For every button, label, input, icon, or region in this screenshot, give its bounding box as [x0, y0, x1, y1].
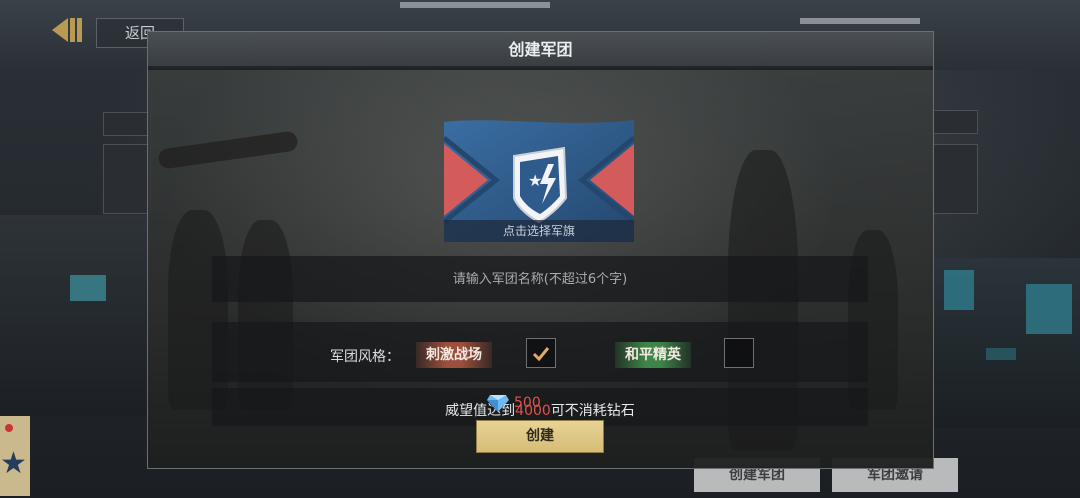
legion-name-input[interactable] — [212, 256, 868, 302]
create-button[interactable]: 创建 — [476, 420, 604, 453]
right-console — [934, 258, 1080, 428]
side-panel — [932, 110, 978, 134]
diamond-icon — [487, 395, 509, 412]
left-monitor — [70, 275, 106, 301]
style-label: 军团风格： — [330, 349, 400, 365]
side-panel — [103, 144, 151, 214]
create-legion-dialog: 创建军团 ★ 点击选择军旗 请输入军团名称(不超过6个字) 军团风格： 刺激战场… — [147, 31, 934, 469]
svg-text:★: ★ — [528, 171, 542, 190]
side-panel — [103, 112, 151, 136]
cost-value: 500 — [514, 395, 541, 411]
flag-hint: 点击选择军旗 — [444, 220, 634, 242]
back-arrow-icon[interactable] — [50, 16, 84, 44]
side-panel — [932, 144, 978, 214]
ceiling-light — [800, 18, 920, 24]
diamond-cost: 500 — [487, 393, 541, 413]
tank-barrel — [157, 130, 299, 170]
style-checkbox-hepingjingying[interactable] — [724, 338, 754, 368]
style-option-cijizhanchang[interactable]: 刺激战场 — [416, 342, 492, 368]
style-option-hepingjingying[interactable]: 和平精英 — [615, 342, 691, 368]
dialog-title: 创建军团 — [148, 32, 933, 68]
name-input-row — [212, 256, 868, 302]
style-checkbox-cijizhanchang[interactable] — [526, 338, 556, 368]
legion-flag-selector[interactable]: ★ 点击选择军旗 — [442, 118, 636, 242]
poster: ★ — [0, 416, 30, 496]
dialog-body: ★ 点击选择军旗 军团风格： 刺激战场 和平精英 威望值达到4000可不消耗钻石 — [148, 70, 933, 468]
check-icon — [532, 347, 550, 362]
ceiling-light — [400, 2, 550, 8]
left-machinery — [0, 215, 150, 415]
style-row: 军团风格： 刺激战场 和平精英 — [212, 322, 868, 382]
